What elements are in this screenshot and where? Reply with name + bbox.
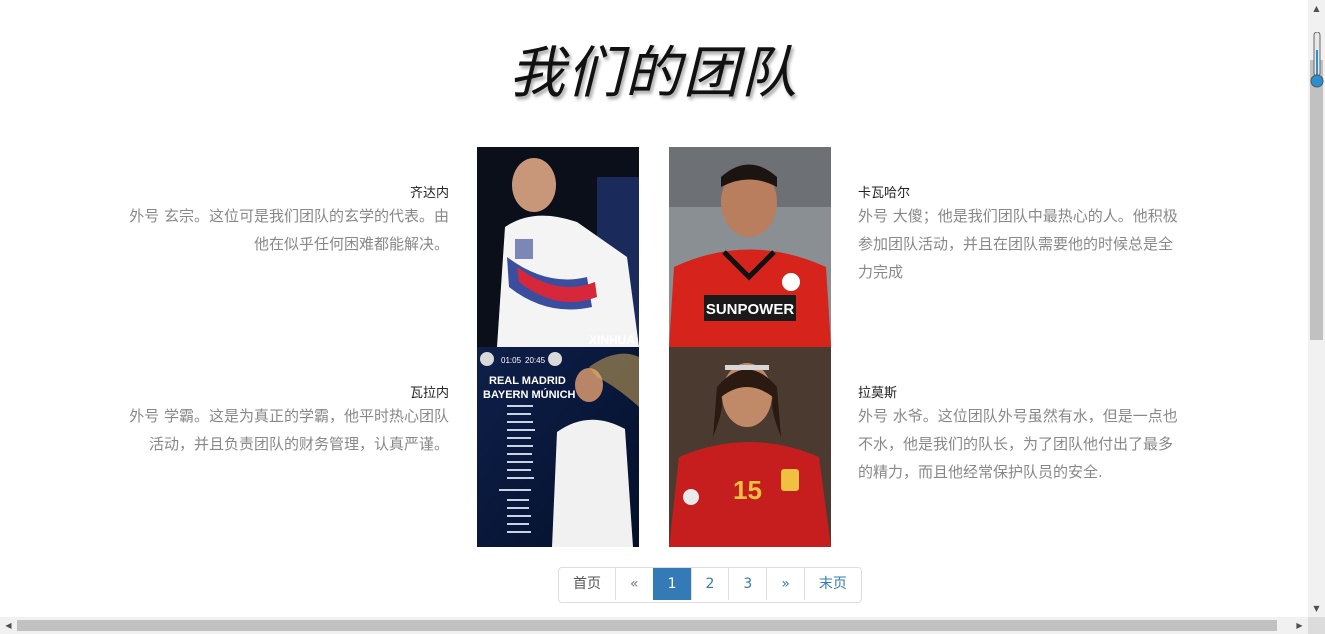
watermark: XINHUA [589,333,635,347]
member-name: 拉莫斯 [858,386,898,401]
scroll-up-icon[interactable]: ▲ [1308,0,1325,17]
scroll-down-icon[interactable]: ▼ [1308,600,1325,617]
page-3-button[interactable]: 3 [728,568,767,600]
member-desc: 外号 学霸。这是为真正的学霸，他平时热心团队 活动，并且负责团队的财务管理，认真… [100,402,449,458]
poster-time: 20:45 [525,356,546,365]
first-page-button[interactable]: 首页 [559,568,615,600]
desc-line: 力完成 [858,263,904,281]
sponsor-text: SUNPOWER [706,301,795,318]
poster-line: BAYERN MÚNICH [483,388,576,401]
thermometer-icon [1310,31,1324,92]
desc-line: 不水，他是我们的队长，为了团队他付出了最多 [858,435,1174,453]
desc-line: 参加团队活动，并且在团队需要他的时候总是全 [858,235,1174,253]
member-desc: 外号 大傻；他是我们团队中最热心的人。他积极 参加团队活动，并且在团队需要他的时… [858,202,1203,286]
scroll-right-icon[interactable]: ▶ [1291,617,1308,634]
desc-line: 外号 学霸。这是为真正的学霸，他平时热心团队 [129,407,449,425]
scrollbar-thumb[interactable] [1310,60,1323,340]
zidane-photo: XINHUA [477,147,639,347]
member-desc: 外号 水爷。这位团队外号虽然有水，但是一点也 不水，他是我们的队长，为了团队他付… [858,402,1203,486]
page-2-button[interactable]: 2 [690,568,729,600]
page-1-button[interactable]: 1 [652,568,691,600]
poster-time: 01:05 [501,356,522,365]
scroll-left-icon[interactable]: ◀ [0,617,17,634]
member-desc: 外号 玄宗。这位可是我们团队的玄学的代表。由 他在似乎任何困难都能解决。 [100,202,449,258]
jersey-number: 15 [733,475,762,505]
member-name: 瓦拉内 [409,386,449,401]
next-page-button[interactable]: » [766,568,804,600]
member-name: 齐达内 [409,186,449,201]
last-page-button[interactable]: 末页 [803,568,861,600]
team-page: 我们的团队 齐达内 外号 玄宗。这位可是我们团队的玄学的代表。由 他在似乎任何困… [0,0,1308,617]
pagination: 首页 « 1 2 3 » 末页 [558,567,862,603]
poster-line: REAL MADRID [489,375,566,387]
varane-photo: 01:05 20:45 REAL MADRID BAYERN MÚNICH [477,347,639,547]
scrollbar-thumb[interactable] [17,620,1277,631]
ramos-photo: 15 [669,347,831,547]
desc-line: 他在似乎任何困难都能解决。 [253,235,449,253]
horizontal-scrollbar[interactable]: ◀ ▶ [0,617,1308,634]
desc-line: 外号 玄宗。这位可是我们团队的玄学的代表。由 [129,207,449,225]
desc-line: 外号 水爷。这位团队外号虽然有水，但是一点也 [858,407,1178,425]
prev-page-button[interactable]: « [615,568,653,600]
scrollbar-corner [1308,617,1325,634]
desc-line: 的精力，而且他经常保护队员的安全. [858,463,1103,481]
carvajal-photo: SUNPOWER [669,147,831,347]
desc-line: 外号 大傻；他是我们团队中最热心的人。他积极 [858,207,1178,225]
member-name: 卡瓦哈尔 [858,186,911,201]
desc-line: 活动，并且负责团队的财务管理，认真严谨。 [148,435,449,453]
vertical-scrollbar[interactable]: ▲ ▼ [1308,0,1325,617]
page-title: 我们的团队 [509,41,799,106]
